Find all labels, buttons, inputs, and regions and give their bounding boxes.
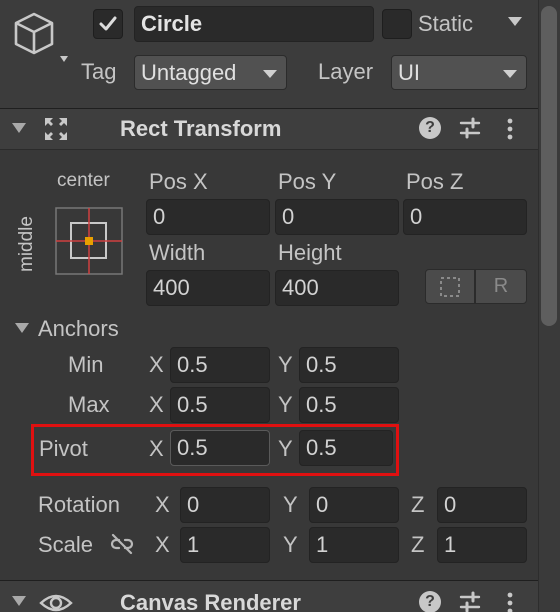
link-icon[interactable] — [109, 532, 135, 556]
rotation-y-label[interactable]: Y — [283, 494, 298, 516]
pos-y-label: Pos Y — [278, 169, 337, 194]
pivot-y-label[interactable]: Y — [278, 438, 293, 460]
blueprint-mode-button[interactable] — [425, 269, 475, 304]
scrollbar-thumb[interactable] — [541, 6, 557, 326]
foldout-arrow-icon[interactable] — [12, 596, 26, 606]
foldout-arrow-icon[interactable] — [12, 123, 26, 133]
scale-x-label[interactable]: X — [155, 534, 170, 556]
anchor-preset-button[interactable] — [54, 206, 124, 276]
height-label: Height — [278, 240, 342, 265]
sliders-icon[interactable] — [458, 117, 482, 139]
layer-label: Layer — [318, 59, 374, 84]
pos-z-field[interactable]: 0 — [403, 199, 527, 235]
scale-z-field[interactable]: 1 — [437, 527, 527, 563]
canvas-renderer-title: Canvas Renderer — [120, 590, 301, 612]
active-checkbox[interactable] — [93, 9, 123, 39]
anchors-label[interactable]: Anchors — [38, 318, 119, 340]
tag-label: Tag — [81, 59, 117, 84]
tag-value: Untagged — [141, 59, 237, 85]
dotted-rect-icon — [440, 276, 460, 297]
anchor-min-x-field[interactable]: 0.5 — [170, 347, 270, 383]
rotation-y-field[interactable]: 0 — [309, 487, 399, 523]
pos-z-label: Pos Z — [406, 169, 464, 194]
anchor-max-y-label[interactable]: Y — [278, 394, 293, 416]
scale-z-label[interactable]: Z — [411, 534, 424, 556]
anchors-foldout-arrow-icon[interactable] — [15, 323, 29, 333]
raw-edit-button[interactable]: R — [475, 269, 527, 304]
rotation-label: Rotation — [38, 492, 120, 517]
static-label: Static — [418, 11, 474, 36]
rotation-x-label[interactable]: X — [155, 494, 170, 516]
scale-label: Scale — [38, 532, 94, 557]
tag-dropdown[interactable]: Untagged — [134, 55, 287, 90]
rotation-x-field[interactable]: 0 — [180, 487, 270, 523]
anchor-min-y-field[interactable]: 0.5 — [299, 347, 399, 383]
anchor-preset-vertical-label: middle — [16, 216, 37, 272]
name-field[interactable]: Circle — [134, 6, 374, 42]
rotation-z-label[interactable]: Z — [411, 494, 424, 516]
anchor-min-y-label[interactable]: Y — [278, 354, 293, 376]
static-checkbox[interactable] — [382, 9, 412, 39]
pos-y-field[interactable]: 0 — [275, 199, 399, 235]
cube-icon[interactable] — [10, 8, 72, 64]
move-arrows-icon — [42, 115, 70, 143]
anchor-max-x-field[interactable]: 0.5 — [170, 387, 270, 423]
anchor-min-x-label[interactable]: X — [149, 354, 164, 376]
scale-y-field[interactable]: 1 — [309, 527, 399, 563]
width-label: Width — [149, 240, 206, 265]
rotation-z-field[interactable]: 0 — [437, 487, 527, 523]
anchor-max-label: Max — [68, 392, 110, 417]
pivot-x-field[interactable]: 0.5 — [170, 430, 270, 466]
anchor-max-y-field[interactable]: 0.5 — [299, 387, 399, 423]
anchor-min-label: Min — [68, 352, 104, 377]
pivot-label: Pivot — [39, 436, 88, 461]
chevron-down-icon — [503, 69, 517, 78]
pos-x-field[interactable]: 0 — [146, 199, 270, 235]
layer-value: UI — [398, 59, 420, 85]
layer-dropdown[interactable]: UI — [391, 55, 527, 90]
sliders-icon[interactable] — [458, 591, 482, 612]
chevron-down-icon — [263, 69, 277, 78]
scale-x-field[interactable]: 1 — [180, 527, 270, 563]
pos-x-label: Pos X — [149, 169, 208, 194]
kebab-menu-icon[interactable] — [505, 117, 515, 141]
static-dropdown-caret[interactable] — [508, 17, 522, 26]
scale-y-label[interactable]: Y — [283, 534, 298, 556]
help-icon[interactable]: ? — [419, 117, 441, 139]
anchor-preset-horizontal-label: center — [57, 170, 110, 191]
pivot-y-field[interactable]: 0.5 — [299, 430, 393, 466]
help-icon[interactable]: ? — [419, 591, 441, 612]
eye-icon — [38, 590, 74, 612]
kebab-menu-icon[interactable] — [505, 591, 515, 612]
width-field[interactable]: 400 — [146, 270, 270, 306]
anchor-max-x-label[interactable]: X — [149, 394, 164, 416]
height-field[interactable]: 400 — [275, 270, 399, 306]
rect-transform-title: Rect Transform — [120, 116, 282, 141]
pivot-x-label[interactable]: X — [149, 438, 164, 460]
